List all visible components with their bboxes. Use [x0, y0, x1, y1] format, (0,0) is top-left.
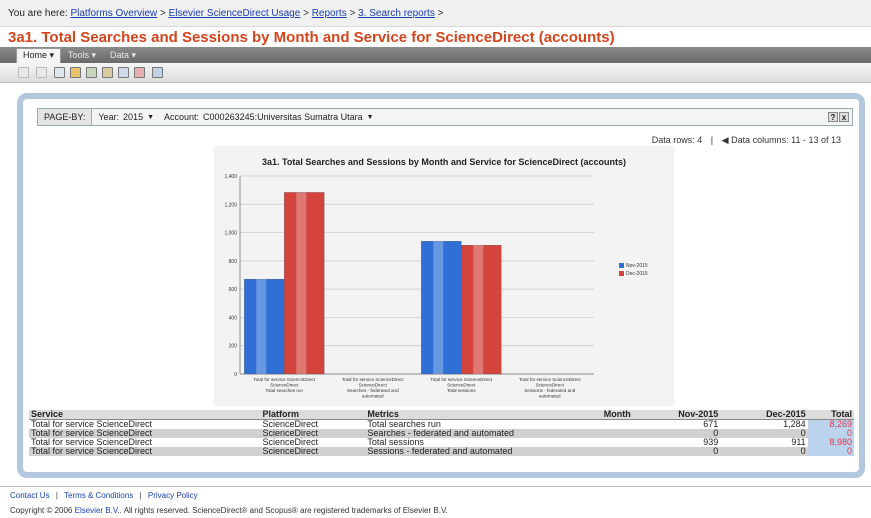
table-cell [579, 447, 633, 456]
prev-columns-icon[interactable]: ◀ [722, 135, 729, 145]
privacy-policy-link[interactable]: Privacy Policy [148, 491, 198, 500]
help-close-controls: ? x [828, 112, 849, 122]
table-cell: 911 [791, 437, 806, 447]
x-category-label: Total searches run [265, 388, 303, 393]
legend-label: Dec-2015 [626, 271, 648, 277]
y-tick-label: 1,200 [224, 202, 237, 208]
breadcrumb-separator: > [349, 8, 356, 19]
breadcrumb-elsevier-usage[interactable]: Elsevier ScienceDirect Usage [169, 8, 301, 19]
copyright: Copyright © 2006 Elsevier B.V.. All righ… [10, 506, 448, 515]
bar-highlight [296, 192, 307, 374]
footer-links: Contact Us | Terms & Conditions | Privac… [10, 491, 198, 500]
breadcrumb-separator: > [437, 8, 444, 19]
x-category-label: Total for service ScienceDirect [253, 377, 316, 382]
page-title: 3a1. Total Searches and Sessions by Mont… [8, 29, 615, 46]
breadcrumb-prefix: You are here: [8, 8, 68, 19]
table-header-row: Service Platform Metrics Month Nov-2015 … [29, 410, 854, 420]
legend-label: Nov-2015 [626, 263, 648, 269]
x-category-label: Total for service ScienceDirect [519, 377, 582, 382]
dropdown-arrow-icon: ▼ [366, 113, 374, 121]
table-row: Total for service ScienceDirect ScienceDi… [29, 447, 854, 456]
back-icon[interactable] [18, 67, 29, 78]
pdf-icon[interactable] [134, 67, 145, 78]
table-cell: 1,284 [783, 419, 806, 429]
close-icon[interactable]: x [839, 112, 849, 122]
graph-view-icon[interactable] [70, 67, 81, 78]
table-cell [579, 420, 632, 430]
breadcrumb-separator: > [159, 8, 166, 19]
x-category-label: ScienceDirect [447, 383, 476, 388]
y-tick-label: 0 [234, 372, 237, 378]
x-category-label: Total for service ScienceDirect [342, 377, 405, 382]
x-category-label: automated [362, 394, 384, 399]
report-frame: PAGE-BY: Year: 2015 ▼ Account: C00026324… [17, 93, 865, 478]
bar-highlight [473, 245, 484, 374]
x-category-label: Total sessions [447, 388, 477, 393]
print-icon[interactable] [102, 67, 113, 78]
refresh-icon[interactable] [152, 67, 163, 78]
help-icon[interactable]: ? [828, 112, 838, 122]
table-cell: 0 [807, 447, 854, 456]
breadcrumb-separator: > [303, 8, 309, 19]
x-category-label: ScienceDirect [536, 383, 565, 388]
x-category-label: automated [539, 394, 561, 399]
header-month[interactable]: Month [579, 410, 633, 420]
table-cell: 0 [720, 447, 808, 456]
breadcrumb-reports[interactable]: Reports [312, 8, 347, 19]
account-selector[interactable]: Account: C000263245:Universitas Sumatra … [164, 112, 374, 122]
export-icon[interactable] [118, 67, 129, 78]
legend-swatch [619, 263, 624, 268]
data-rows-count: Data rows: 4 [651, 135, 703, 145]
table-cell: 671 [703, 419, 719, 429]
table-cell: 0 [632, 447, 721, 456]
bar-chart: 0 200 400 600 800 1,000 1,200 1,400 Total for se… [224, 174, 648, 399]
breadcrumb-search-reports[interactable]: 3. Search reports [358, 8, 435, 19]
y-tick-label: 800 [229, 259, 238, 265]
bar-highlight [433, 241, 444, 374]
x-category-label: Sessions - federated and [524, 388, 576, 393]
breadcrumb: You are here: Platforms Overview > Elsev… [0, 0, 871, 27]
toolbar [0, 63, 871, 83]
footer-divider [0, 486, 871, 487]
x-category-label: Total for service ScienceDirect [430, 377, 493, 382]
breadcrumb-platforms-overview[interactable]: Platforms Overview [70, 8, 157, 19]
y-tick-label: 1,000 [224, 231, 237, 237]
forward-icon[interactable] [36, 67, 47, 78]
chart-area: 3a1. Total Searches and Sessions by Mont… [214, 146, 674, 406]
menu-home[interactable]: Home ▾ [16, 48, 62, 63]
table-cell: 939 [703, 437, 719, 447]
table-cell [579, 429, 633, 438]
contact-us-link[interactable]: Contact Us [10, 491, 50, 500]
menu-data[interactable]: Data ▾ [104, 49, 142, 62]
data-grid: Service Platform Metrics Month Nov-2015 … [29, 410, 854, 456]
y-tick-label: 200 [229, 344, 238, 350]
x-category-label: ScienceDirect [270, 383, 299, 388]
table-cell: Total for service ScienceDirect [29, 447, 261, 456]
dropdown-arrow-icon: ▼ [147, 113, 155, 121]
y-tick-label: 400 [229, 315, 238, 321]
table-cell: Sessions - federated and automated [365, 447, 580, 456]
table-row: Total for service ScienceDirect ScienceDi… [29, 429, 854, 438]
data-info: Data rows: 4 | ◀ Data columns: 11 - 13 o… [651, 135, 841, 145]
terms-link[interactable]: Terms & Conditions [64, 491, 133, 500]
data-columns-range: Data columns: 11 - 13 of 13 [731, 135, 841, 145]
grid-view-icon[interactable] [54, 67, 65, 78]
y-tick-label: 600 [229, 287, 238, 293]
x-category-label: ScienceDirect [359, 383, 388, 388]
table-cell: ScienceDirect [260, 447, 366, 456]
x-category-label: Searches - federated and [347, 388, 399, 393]
menu-tools[interactable]: Tools ▾ [62, 49, 102, 62]
menu-bar: Home ▾ Tools ▾ Data ▾ [0, 47, 871, 63]
y-tick-label: 1,400 [224, 174, 237, 180]
legend-swatch [619, 271, 624, 276]
page-by-label: PAGE-BY: [38, 109, 93, 125]
elsevier-link[interactable]: Elsevier B.V. [75, 506, 120, 515]
table-cell [579, 438, 632, 447]
grid-graph-icon[interactable] [86, 67, 97, 78]
bar-highlight [256, 279, 267, 374]
year-selector[interactable]: Year: 2015 ▼ [98, 112, 154, 122]
page-by-bar: PAGE-BY: Year: 2015 ▼ Account: C00026324… [37, 108, 853, 126]
